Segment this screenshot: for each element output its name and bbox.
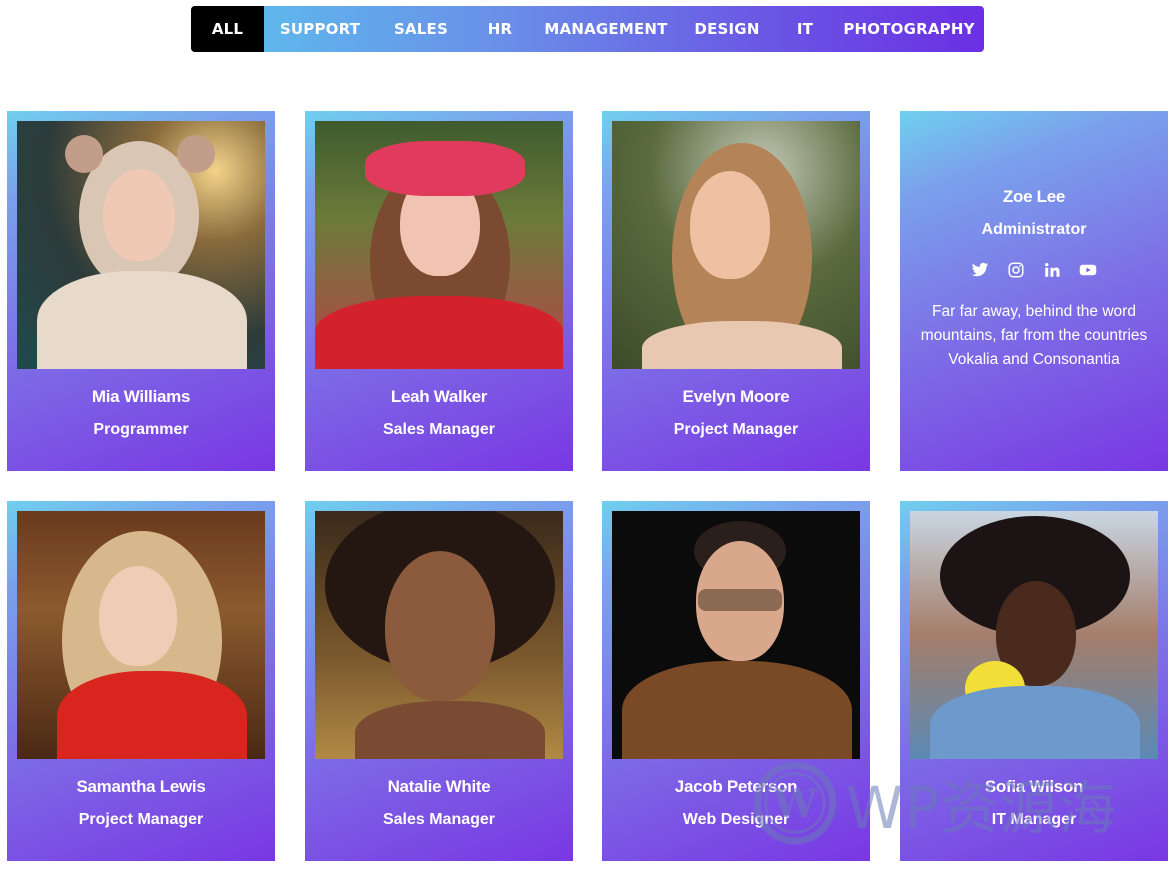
member-photo xyxy=(17,121,265,369)
member-name: Leah Walker xyxy=(390,387,488,406)
filter-support[interactable]: SUPPORT xyxy=(264,6,376,52)
member-name: Zoe Lee xyxy=(1002,187,1066,206)
member-name: Evelyn Moore xyxy=(682,387,790,406)
member-name: Natalie White xyxy=(387,777,491,796)
member-name: Samantha Lewis xyxy=(76,777,206,796)
member-role: Project Manager xyxy=(673,421,799,438)
filter-design[interactable]: DESIGN xyxy=(678,6,776,52)
twitter-icon[interactable] xyxy=(971,261,989,279)
filter-sales[interactable]: SALES xyxy=(376,6,466,52)
member-photo xyxy=(612,121,860,369)
watermark-text: WP资源海 xyxy=(846,774,1118,842)
team-card[interactable]: Evelyn Moore Project Manager xyxy=(602,111,870,471)
filter-photography[interactable]: PHOTOGRAPHY xyxy=(834,6,984,52)
svg-text:W: W xyxy=(772,781,818,827)
team-filter-bar: ALL SUPPORT SALES HR MANAGEMENT DESIGN I… xyxy=(191,6,984,52)
member-photo xyxy=(315,511,563,759)
team-card[interactable]: Samantha Lewis Project Manager xyxy=(7,501,275,861)
member-role: Programmer xyxy=(93,421,189,438)
filter-management[interactable]: MANAGEMENT xyxy=(534,6,678,52)
member-photo xyxy=(910,511,1158,759)
member-role: Administrator xyxy=(981,221,1087,238)
wordpress-logo-icon: W xyxy=(753,761,837,845)
linkedin-icon[interactable] xyxy=(1043,261,1061,279)
team-card[interactable]: Natalie White Sales Manager xyxy=(305,501,573,861)
member-bio: Far far away, behind the word mountains,… xyxy=(920,303,1148,368)
filter-hr[interactable]: HR xyxy=(466,6,534,52)
watermark: W WP资源海 xyxy=(752,758,1162,848)
team-card[interactable]: Mia Williams Programmer xyxy=(7,111,275,471)
instagram-icon[interactable] xyxy=(1007,261,1025,279)
member-name: Mia Williams xyxy=(91,387,191,406)
member-photo xyxy=(612,511,860,759)
filter-it[interactable]: IT xyxy=(776,6,834,52)
youtube-icon[interactable] xyxy=(1079,261,1097,279)
sunglasses xyxy=(698,589,782,611)
member-role: Project Manager xyxy=(78,811,204,828)
member-role: Sales Manager xyxy=(382,421,496,438)
member-photo xyxy=(17,511,265,759)
team-card[interactable]: Leah Walker Sales Manager xyxy=(305,111,573,471)
member-role: Sales Manager xyxy=(382,811,496,828)
team-card-details[interactable]: Zoe Lee Administrator Far far away, behi… xyxy=(900,111,1168,471)
member-photo xyxy=(315,121,563,369)
filter-all[interactable]: ALL xyxy=(191,6,264,52)
social-links xyxy=(900,261,1168,279)
